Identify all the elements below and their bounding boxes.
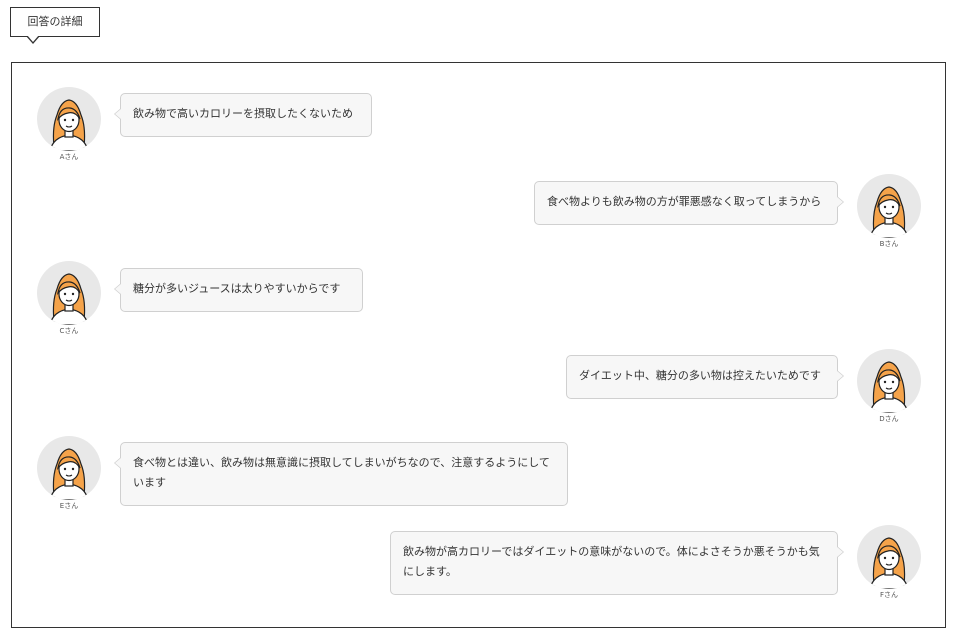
respondent-name: Dさん <box>879 415 899 423</box>
responses-panel: Aさん 飲み物で高いカロリーを摂取したくないため Bさん 食べ物よりも飲み物の方… <box>11 62 946 628</box>
woman-avatar-icon <box>857 525 921 589</box>
speech-bubble: 食べ物よりも飲み物の方が罪悪感なく取ってしまうから <box>534 181 844 225</box>
speech-bubble: ダイエット中、糖分の多い物は控えたいためです <box>566 355 844 399</box>
speech-bubble: 食べ物とは違い、飲み物は無意識に摂取してしまいがちなので、注意するようにしていま… <box>114 442 568 506</box>
respondent-name: Bさん <box>879 240 899 248</box>
woman-avatar-icon <box>857 174 921 238</box>
respondent-name: Eさん <box>59 502 79 510</box>
respondent-name: Fさん <box>879 591 899 599</box>
respondent: Dさん <box>856 349 922 424</box>
respondent: Cさん <box>36 261 102 336</box>
speech-bubble: 飲み物で高いカロリーを摂取したくないため <box>114 93 372 137</box>
woman-avatar-icon <box>857 349 921 413</box>
section-title-tab: 回答の詳細 <box>10 7 100 44</box>
respondent: Bさん <box>856 174 922 249</box>
respondent-name: Cさん <box>59 327 79 335</box>
respondent: Eさん <box>36 436 102 511</box>
woman-avatar-icon <box>37 436 101 500</box>
woman-avatar-icon <box>37 261 101 325</box>
respondent-name: Aさん <box>59 153 79 161</box>
respondent: Fさん <box>856 525 922 600</box>
speech-bubble: 飲み物が高カロリーではダイエットの意味がないので。体によさそうか悪そうかも気にし… <box>390 531 844 595</box>
respondent: Aさん <box>36 87 102 162</box>
woman-avatar-icon <box>37 87 101 151</box>
speech-bubble: 糖分が多いジュースは太りやすいからです <box>114 268 363 312</box>
